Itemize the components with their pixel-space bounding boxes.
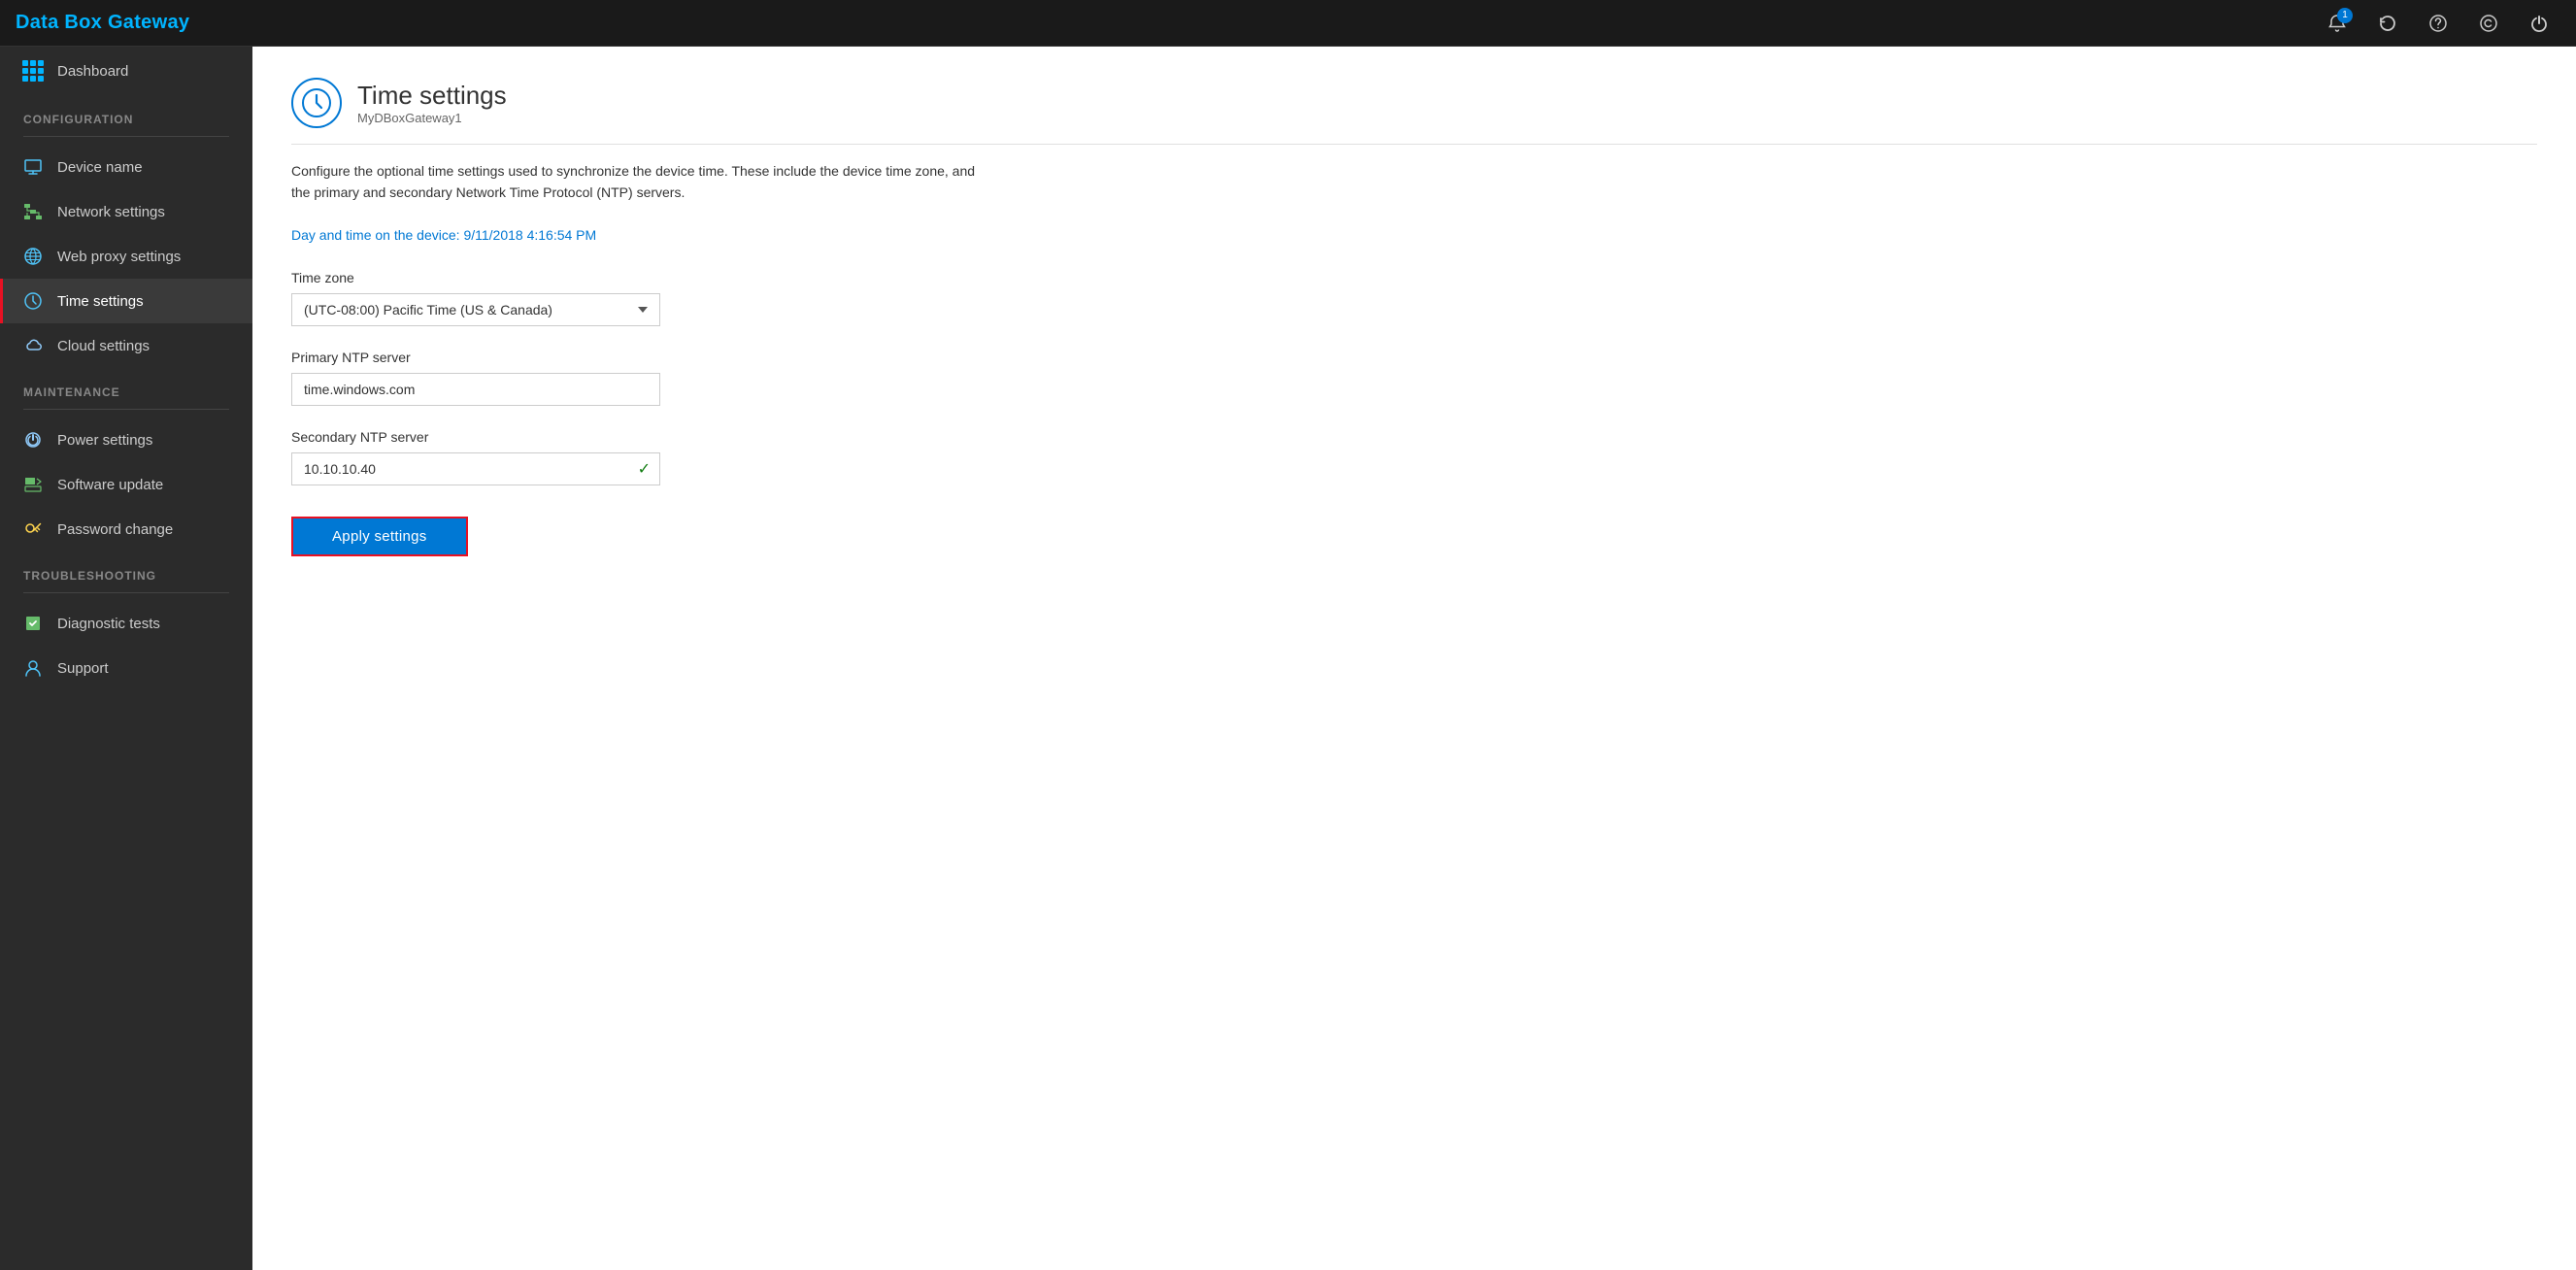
secondary-ntp-group: Secondary NTP server ✓ (291, 429, 2537, 485)
timezone-group: Time zone (UTC-12:00) International Date… (291, 270, 2537, 326)
copyright-button[interactable] (2467, 2, 2510, 45)
globe-icon (22, 246, 44, 267)
app-title: Data Box Gateway (16, 12, 189, 34)
section-divider-configuration (23, 136, 229, 137)
sidebar-item-support[interactable]: Support (0, 646, 252, 690)
network-icon (22, 201, 44, 222)
page-header: Time settings MyDBoxGateway1 (291, 78, 2537, 145)
timezone-label: Time zone (291, 270, 2537, 285)
device-time-value: 9/11/2018 4:16:54 PM (463, 227, 596, 243)
sidebar-item-diagnostic-tests[interactable]: Diagnostic tests (0, 601, 252, 646)
section-divider-troubleshooting (23, 592, 229, 593)
main-content: Time settings MyDBoxGateway1 Configure t… (252, 47, 2576, 1270)
sidebar-time-settings-label: Time settings (57, 293, 144, 310)
sidebar-diagnostic-label: Diagnostic tests (57, 616, 160, 632)
sidebar-power-settings-label: Power settings (57, 432, 152, 449)
notification-badge: 1 (2337, 8, 2353, 23)
sidebar-item-password-change[interactable]: Password change (0, 507, 252, 551)
secondary-ntp-wrapper: ✓ (291, 452, 660, 485)
section-divider-maintenance (23, 409, 229, 410)
software-update-icon (22, 474, 44, 495)
page-header-icon (291, 78, 342, 128)
section-label-maintenance: MAINTENANCE (0, 368, 252, 405)
section-label-troubleshooting: TROUBLESHOOTING (0, 551, 252, 588)
dashboard-icon (22, 60, 44, 82)
device-icon (22, 156, 44, 178)
sidebar-item-time-settings[interactable]: Time settings (0, 279, 252, 323)
sidebar-network-settings-label: Network settings (57, 204, 165, 220)
secondary-ntp-label: Secondary NTP server (291, 429, 2537, 445)
section-label-configuration: CONFIGURATION (0, 95, 252, 132)
sidebar-item-device-name[interactable]: Device name (0, 145, 252, 189)
timezone-select[interactable]: (UTC-12:00) International Date Line West… (291, 293, 660, 326)
topbar: Data Box Gateway 1 (0, 0, 2576, 47)
description-line2: the primary and secondary Network Time P… (291, 184, 685, 200)
page-title: Time settings (357, 81, 507, 111)
help-button[interactable] (2417, 2, 2459, 45)
topbar-icons: 1 (2316, 2, 2560, 45)
sidebar-item-cloud-settings[interactable]: Cloud settings (0, 323, 252, 368)
sidebar: Dashboard CONFIGURATION Device name (0, 47, 252, 1270)
device-time: Day and time on the device: 9/11/2018 4:… (291, 227, 2537, 243)
checkmark-icon: ✓ (638, 459, 651, 479)
key-icon (22, 518, 44, 540)
sidebar-item-web-proxy[interactable]: Web proxy settings (0, 234, 252, 279)
sidebar-item-network-settings[interactable]: Network settings (0, 189, 252, 234)
time-sidebar-icon (22, 290, 44, 312)
refresh-button[interactable] (2366, 2, 2409, 45)
sidebar-dashboard-label: Dashboard (57, 63, 128, 80)
sidebar-item-power-settings[interactable]: Power settings (0, 418, 252, 462)
device-time-label: Day and time on the device: (291, 227, 460, 243)
page-header-text: Time settings MyDBoxGateway1 (357, 81, 507, 125)
primary-ntp-group: Primary NTP server (291, 350, 2537, 406)
power-button[interactable] (2518, 2, 2560, 45)
sidebar-cloud-settings-label: Cloud settings (57, 338, 150, 354)
primary-ntp-label: Primary NTP server (291, 350, 2537, 365)
layout: Dashboard CONFIGURATION Device name (0, 47, 2576, 1270)
primary-ntp-input[interactable] (291, 373, 660, 406)
sidebar-software-update-label: Software update (57, 477, 163, 493)
description-line1: Configure the optional time settings use… (291, 163, 975, 179)
sidebar-item-software-update[interactable]: Software update (0, 462, 252, 507)
cloud-icon (22, 335, 44, 356)
page-subtitle: MyDBoxGateway1 (357, 111, 507, 125)
sidebar-device-name-label: Device name (57, 159, 143, 176)
sidebar-password-change-label: Password change (57, 521, 173, 538)
primary-ntp-wrapper (291, 373, 660, 406)
power-settings-icon (22, 429, 44, 451)
secondary-ntp-input[interactable] (291, 452, 660, 485)
page-description: Configure the optional time settings use… (291, 160, 1068, 204)
apply-settings-button[interactable]: Apply settings (291, 517, 468, 556)
support-icon (22, 657, 44, 679)
sidebar-item-dashboard[interactable]: Dashboard (0, 47, 252, 95)
notifications-button[interactable]: 1 (2316, 2, 2359, 45)
sidebar-support-label: Support (57, 660, 109, 677)
diagnostic-icon (22, 613, 44, 634)
sidebar-web-proxy-label: Web proxy settings (57, 249, 181, 265)
